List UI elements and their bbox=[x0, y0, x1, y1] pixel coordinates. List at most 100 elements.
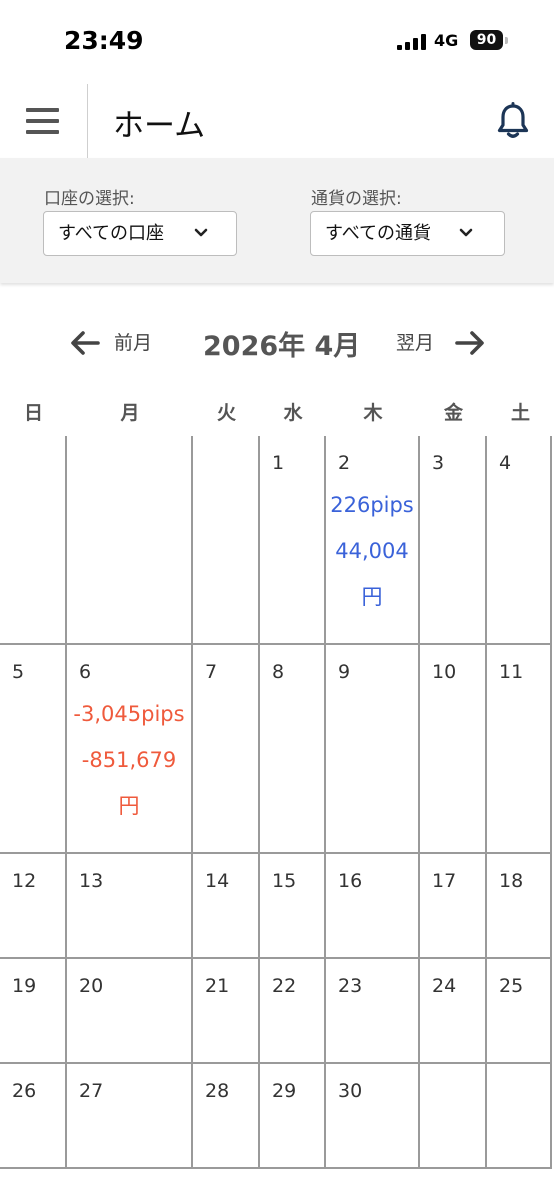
calendar-day-cell[interactable]: 16 bbox=[326, 854, 420, 959]
day-number: 12 bbox=[12, 870, 37, 892]
pips-result: 226pips bbox=[330, 493, 414, 517]
day-number: 5 bbox=[12, 661, 25, 683]
weekday-header: 日月火水木金土 bbox=[0, 398, 554, 432]
calendar-day-cell[interactable]: 9 bbox=[326, 645, 420, 854]
calendar-day-cell[interactable]: 12 bbox=[0, 854, 67, 959]
day-number: 7 bbox=[205, 661, 218, 683]
pips-result: -3,045pips bbox=[73, 702, 185, 726]
calendar-day-cell[interactable]: 4 bbox=[487, 436, 552, 645]
prev-month-button[interactable]: 前月 bbox=[114, 328, 152, 355]
weekday-label: 水 bbox=[283, 402, 303, 424]
page-title: ホーム bbox=[113, 108, 206, 144]
chevron-down-icon bbox=[194, 228, 208, 237]
battery-tip bbox=[505, 37, 508, 44]
calendar-day-cell[interactable]: 3 bbox=[420, 436, 487, 645]
calendar-day-cell[interactable]: 10 bbox=[420, 645, 487, 854]
arrow-right-icon[interactable] bbox=[455, 330, 485, 356]
currency-select-value: すべての通貨 bbox=[325, 223, 432, 244]
currency-filter-label: 通貨の選択: bbox=[311, 189, 402, 209]
calendar-day-cell[interactable]: 5 bbox=[0, 645, 67, 854]
day-number: 19 bbox=[12, 975, 37, 997]
calendar-day-cell[interactable]: 23 bbox=[326, 959, 420, 1064]
day-number: 13 bbox=[79, 870, 104, 892]
weekday-label: 木 bbox=[363, 402, 383, 424]
yen-unit: 円 bbox=[361, 585, 383, 609]
calendar-day-cell[interactable]: 30 bbox=[326, 1064, 420, 1169]
day-number: 29 bbox=[272, 1080, 297, 1102]
calendar-day-cell[interactable]: 8 bbox=[260, 645, 326, 854]
yen-unit: 円 bbox=[118, 794, 140, 818]
month-title: 2026年 4月 bbox=[203, 331, 361, 362]
day-number: 24 bbox=[432, 975, 457, 997]
calendar-empty-cell bbox=[193, 436, 260, 645]
calendar-day-cell[interactable]: 25 bbox=[487, 959, 552, 1064]
account-filter-label: 口座の選択: bbox=[44, 189, 135, 209]
calendar-day-cell[interactable]: 26 bbox=[0, 1064, 67, 1169]
yen-result: 44,004 bbox=[335, 539, 409, 563]
calendar-day-cell[interactable]: 13 bbox=[67, 854, 193, 959]
network-type: 4G bbox=[434, 31, 459, 50]
day-number: 30 bbox=[338, 1080, 363, 1102]
month-navigation: 前月 2026年 4月 翌月 bbox=[0, 318, 554, 368]
arrow-left-icon[interactable] bbox=[70, 330, 100, 356]
day-number: 10 bbox=[432, 661, 457, 683]
account-select-value: すべての口座 bbox=[58, 223, 165, 244]
day-number: 20 bbox=[79, 975, 104, 997]
day-number: 4 bbox=[499, 452, 512, 474]
day-number: 9 bbox=[338, 661, 351, 683]
status-time: 23:49 bbox=[64, 26, 144, 55]
weekday-label: 火 bbox=[216, 402, 236, 424]
calendar-day-cell[interactable]: 2 226pips 44,004 円 bbox=[326, 436, 420, 645]
calendar-day-cell[interactable]: 21 bbox=[193, 959, 260, 1064]
calendar-empty-cell bbox=[67, 436, 193, 645]
calendar-empty-cell bbox=[0, 436, 67, 645]
yen-result: -851,679 bbox=[81, 748, 177, 772]
day-number: 6 bbox=[79, 661, 92, 683]
calendar-day-cell[interactable]: 29 bbox=[260, 1064, 326, 1169]
day-number: 16 bbox=[338, 870, 363, 892]
day-number: 23 bbox=[338, 975, 363, 997]
currency-select[interactable]: すべての通貨 bbox=[310, 211, 505, 256]
weekday-label: 金 bbox=[443, 402, 463, 424]
header-divider bbox=[87, 84, 88, 158]
day-number: 18 bbox=[499, 870, 524, 892]
calendar-day-cell[interactable]: 7 bbox=[193, 645, 260, 854]
day-number: 2 bbox=[338, 452, 351, 474]
day-number: 25 bbox=[499, 975, 524, 997]
account-select[interactable]: すべての口座 bbox=[43, 211, 237, 256]
day-number: 21 bbox=[205, 975, 230, 997]
day-number: 15 bbox=[272, 870, 297, 892]
calendar-empty-cell bbox=[420, 1064, 487, 1169]
day-number: 28 bbox=[205, 1080, 230, 1102]
battery-icon: 90 bbox=[470, 30, 503, 50]
day-number: 3 bbox=[432, 452, 445, 474]
calendar-day-cell[interactable]: 1 bbox=[260, 436, 326, 645]
day-number: 14 bbox=[205, 870, 230, 892]
calendar-day-cell[interactable]: 19 bbox=[0, 959, 67, 1064]
day-number: 22 bbox=[272, 975, 297, 997]
day-number: 27 bbox=[79, 1080, 104, 1102]
day-number: 17 bbox=[432, 870, 457, 892]
calendar-day-cell[interactable]: 20 bbox=[67, 959, 193, 1064]
cellular-signal-icon bbox=[397, 34, 426, 50]
hamburger-menu-icon[interactable] bbox=[26, 106, 60, 136]
calendar-day-cell[interactable]: 6 -3,045pips -851,679 円 bbox=[67, 645, 193, 854]
calendar-day-cell[interactable]: 17 bbox=[420, 854, 487, 959]
calendar-day-cell[interactable]: 15 bbox=[260, 854, 326, 959]
calendar-day-cell[interactable]: 22 bbox=[260, 959, 326, 1064]
calendar-day-cell[interactable]: 24 bbox=[420, 959, 487, 1064]
day-number: 8 bbox=[272, 661, 285, 683]
calendar-day-cell[interactable]: 18 bbox=[487, 854, 552, 959]
calendar-day-cell[interactable]: 14 bbox=[193, 854, 260, 959]
day-number: 26 bbox=[12, 1080, 37, 1102]
next-month-button[interactable]: 翌月 bbox=[396, 328, 434, 355]
weekday-label: 日 bbox=[23, 402, 43, 424]
bell-icon[interactable] bbox=[496, 102, 530, 140]
app-header: ホーム bbox=[0, 84, 554, 158]
day-number: 1 bbox=[272, 452, 285, 474]
calendar-empty-cell bbox=[487, 1064, 552, 1169]
calendar-day-cell[interactable]: 11 bbox=[487, 645, 552, 854]
weekday-label: 土 bbox=[510, 402, 530, 424]
calendar-day-cell[interactable]: 27 bbox=[67, 1064, 193, 1169]
calendar-day-cell[interactable]: 28 bbox=[193, 1064, 260, 1169]
